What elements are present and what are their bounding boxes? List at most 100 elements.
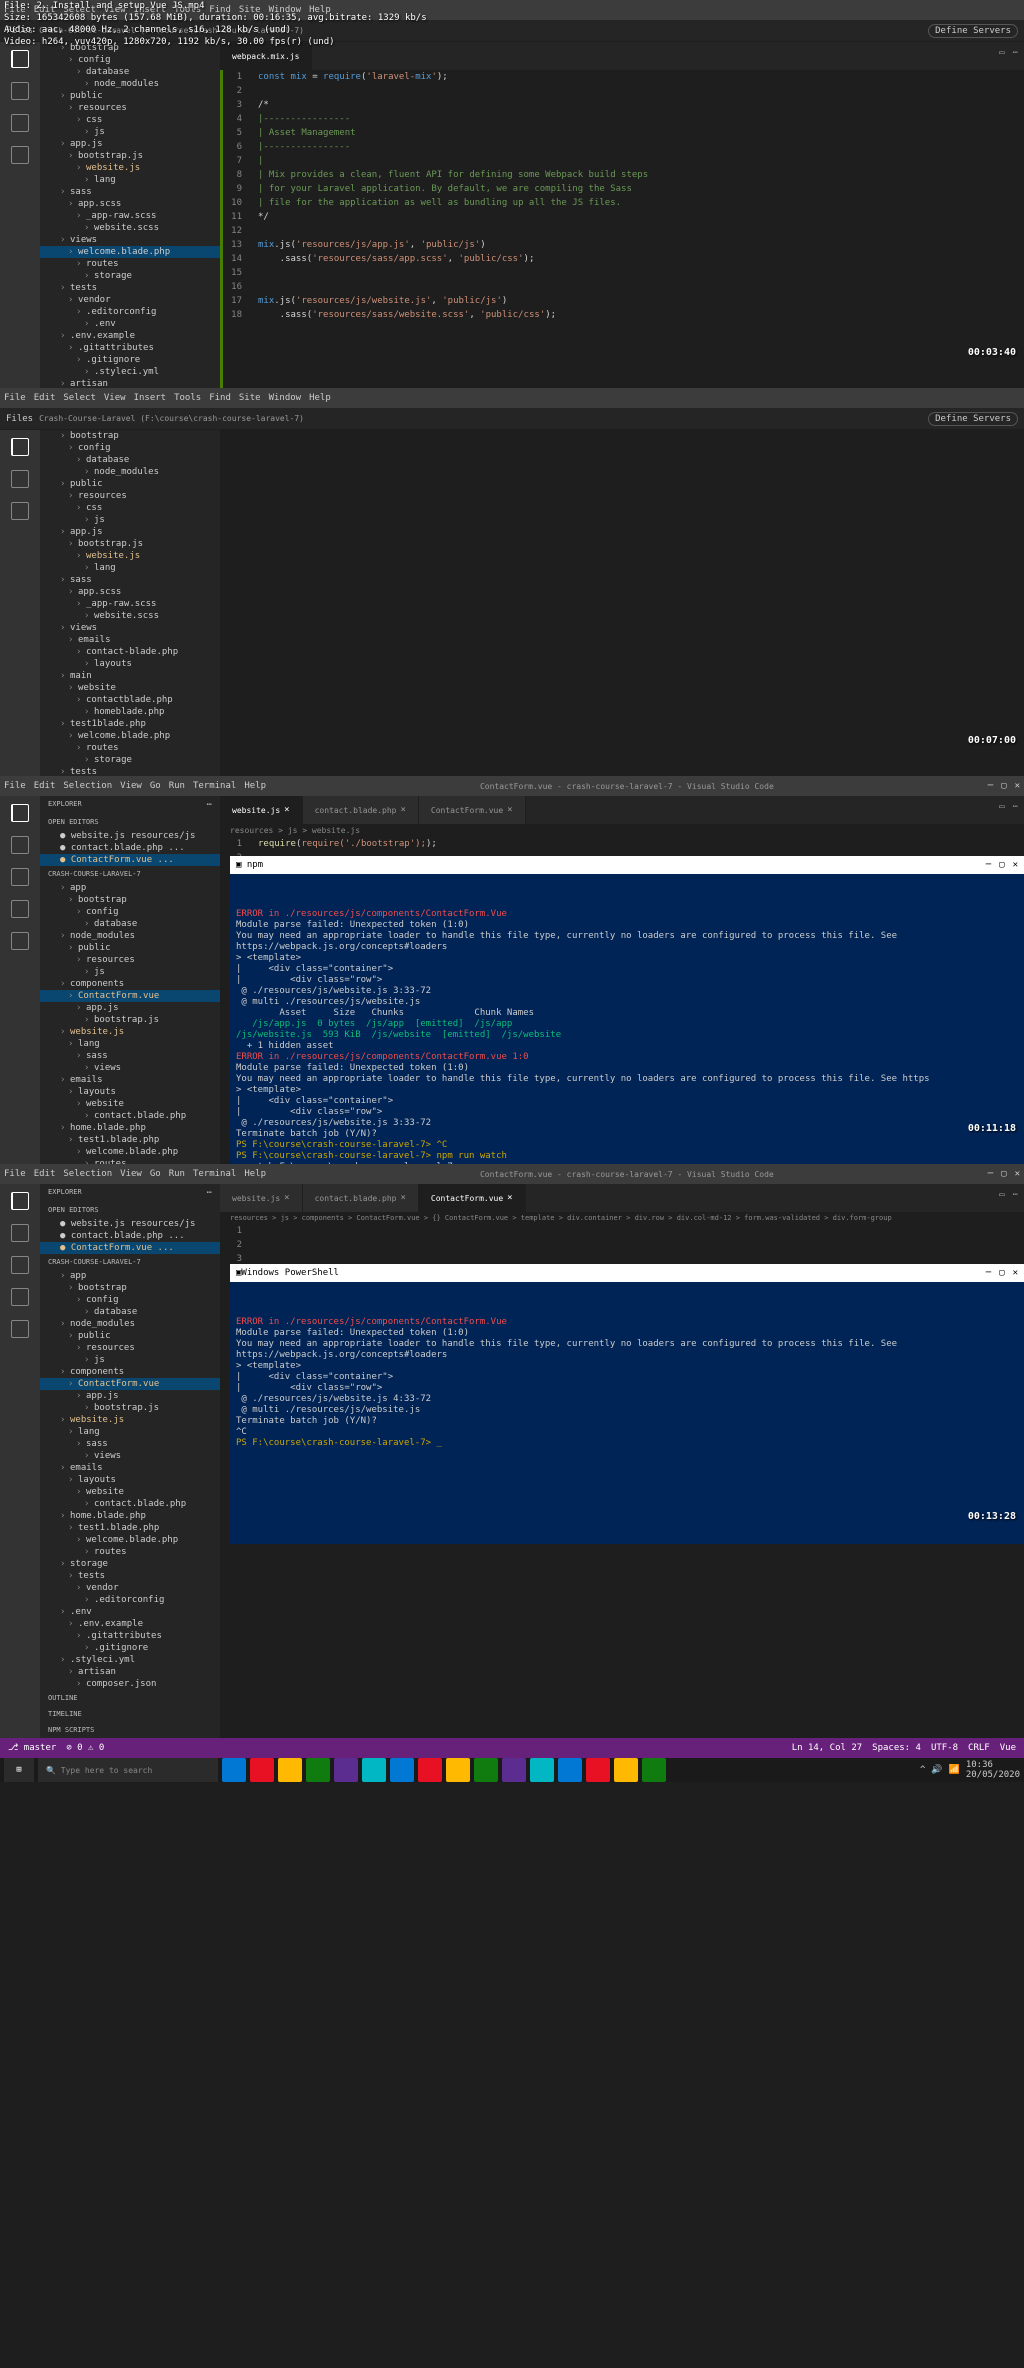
taskbar-app-icon[interactable] (418, 1758, 442, 1782)
file-website-js[interactable]: ›website.js (40, 550, 220, 562)
file--env[interactable]: ›.env (40, 318, 220, 330)
file-js[interactable]: ›js (40, 126, 220, 138)
file-config[interactable]: ›config (40, 54, 220, 66)
file--env-example[interactable]: ›.env.example (40, 330, 220, 342)
file-css[interactable]: ›css (40, 502, 220, 514)
file-vendor[interactable]: ›vendor (40, 1582, 220, 1594)
menu-bar[interactable]: FileEditSelectionViewGoRunTerminalHelpCo… (0, 1164, 1024, 1184)
explorer-icon[interactable] (11, 1192, 29, 1210)
more-icon[interactable]: ⋯ (1013, 1190, 1018, 1206)
close-tab-icon[interactable]: × (400, 1193, 405, 1203)
file-database[interactable]: ›database (40, 66, 220, 78)
file-contactblade-php[interactable]: ›contactblade.php (40, 694, 220, 706)
open-editor-item[interactable]: ● contact.blade.php ... (40, 1230, 220, 1242)
file-app[interactable]: ›app (40, 882, 220, 894)
file-layouts[interactable]: ›layouts (40, 658, 220, 670)
file-bootstrap-js[interactable]: ›bootstrap.js (40, 1014, 220, 1026)
system-tray[interactable]: ^🔊📶10:3620/05/2020 (920, 1760, 1020, 1780)
file-test1blade-php[interactable]: ›test1blade.php (40, 718, 220, 730)
file-app-js[interactable]: ›app.js (40, 1002, 220, 1014)
file-website[interactable]: ›website (40, 682, 220, 694)
status-item[interactable]: Spaces: 4 (872, 1743, 921, 1753)
file--app-raw-scss[interactable]: ›_app-raw.scss (40, 598, 220, 610)
file-bootstrap[interactable]: ›bootstrap (40, 1282, 220, 1294)
file-public[interactable]: ›public (40, 1330, 220, 1342)
start-button[interactable]: ⊞ (4, 1758, 34, 1782)
file-resources[interactable]: ›resources (40, 102, 220, 114)
file-emails[interactable]: ›emails (40, 1074, 220, 1086)
taskbar-search[interactable]: 🔍 Type here to search (38, 1758, 218, 1782)
menu-file[interactable]: File (4, 393, 26, 403)
tab-ContactForm-vue[interactable]: ContactForm.vue × (419, 796, 526, 824)
menu-edit[interactable]: Edit (34, 393, 56, 403)
breadcrumb[interactable]: resources > js > components > ContactFor… (220, 1212, 1024, 1224)
file-welcome-blade-php[interactable]: ›welcome.blade.php (40, 1146, 220, 1158)
file-public[interactable]: ›public (40, 478, 220, 490)
file-css[interactable]: ›css (40, 114, 220, 126)
file-storage[interactable]: ›storage (40, 270, 220, 282)
editor-tabs[interactable]: website.js ×contact.blade.php ×ContactFo… (220, 796, 1024, 824)
file-config[interactable]: ›config (40, 1294, 220, 1306)
git-icon[interactable] (11, 114, 29, 132)
file-sass[interactable]: ›sass (40, 1050, 220, 1062)
file-routes[interactable]: ›routes (40, 742, 220, 754)
define-servers-button[interactable]: Define Servers (928, 24, 1018, 38)
split-icon[interactable]: ▭ (999, 802, 1004, 818)
taskbar-app-icon[interactable] (446, 1758, 470, 1782)
debug-icon[interactable] (11, 1288, 29, 1306)
extensions-icon[interactable] (11, 146, 29, 164)
status-item[interactable]: UTF-8 (931, 1743, 958, 1753)
file-bootstrap-js[interactable]: ›bootstrap.js (40, 150, 220, 162)
menu-bar[interactable]: FileEditSelectionViewGoRunTerminalHelpCo… (0, 776, 1024, 796)
open-editor-item[interactable]: ● website.js resources/js (40, 830, 220, 842)
breadcrumb[interactable]: resources > js > website.js (220, 824, 1024, 837)
file-public[interactable]: ›public (40, 942, 220, 954)
file-layouts[interactable]: ›layouts (40, 1474, 220, 1486)
close-icon[interactable]: ✕ (1013, 860, 1018, 871)
menu-bar[interactable]: FileEditSelectViewInsertToolsFindSiteWin… (0, 388, 1024, 408)
file-views[interactable]: ›views (40, 1450, 220, 1462)
file--gitattributes[interactable]: ›.gitattributes (40, 342, 220, 354)
file-storage[interactable]: ›storage (40, 1558, 220, 1570)
menu-view[interactable]: View (120, 1169, 142, 1179)
branch-indicator[interactable]: ⎇ master (8, 1743, 56, 1753)
close-tab-icon[interactable]: × (507, 805, 512, 815)
file-welcome-blade-php[interactable]: ›welcome.blade.php (40, 730, 220, 742)
file-config[interactable]: ›config (40, 442, 220, 454)
menu-edit[interactable]: Edit (34, 1169, 56, 1179)
menu-run[interactable]: Run (169, 1169, 185, 1179)
menu-go[interactable]: Go (150, 781, 161, 791)
open-editor-item[interactable]: ● contact.blade.php ... (40, 842, 220, 854)
file-views[interactable]: ›views (40, 234, 220, 246)
tab-ContactForm-vue[interactable]: ContactForm.vue × (419, 1184, 526, 1212)
menu-help[interactable]: Help (309, 393, 331, 403)
files-icon[interactable] (11, 50, 29, 68)
menu-site[interactable]: Site (239, 393, 261, 403)
activity-bar[interactable] (0, 1184, 40, 1738)
file-website[interactable]: ›website (40, 1486, 220, 1498)
taskbar-app-icon[interactable] (474, 1758, 498, 1782)
file-routes[interactable]: ›routes (40, 1546, 220, 1558)
file-website[interactable]: ›website (40, 1098, 220, 1110)
files-icon[interactable] (11, 438, 29, 456)
menu-edit[interactable]: Edit (34, 781, 56, 791)
tab-contact-blade-php[interactable]: contact.blade.php × (303, 1184, 419, 1212)
file--styleci-yml[interactable]: ›.styleci.yml (40, 366, 220, 378)
search-icon[interactable] (11, 470, 29, 488)
menu-run[interactable]: Run (169, 781, 185, 791)
taskbar-app-icon[interactable] (530, 1758, 554, 1782)
file-node-modules[interactable]: ›node_modules (40, 930, 220, 942)
file-tests[interactable]: ›tests (40, 282, 220, 294)
explorer-icon[interactable] (11, 804, 29, 822)
file--styleci-yml[interactable]: ›.styleci.yml (40, 1654, 220, 1666)
file-emails[interactable]: ›emails (40, 1462, 220, 1474)
terminal-title-bar[interactable]: ▣ npm─▢✕ (230, 856, 1024, 874)
taskbar-app-icon[interactable] (362, 1758, 386, 1782)
menu-selection[interactable]: Selection (63, 1169, 112, 1179)
menu-tools[interactable]: Tools (174, 393, 201, 403)
menu-insert[interactable]: Insert (134, 393, 167, 403)
file-emails[interactable]: ›emails (40, 634, 220, 646)
menu-help[interactable]: Help (244, 1169, 266, 1179)
menu-window[interactable]: Window (269, 393, 302, 403)
file-node-modules[interactable]: ›node_modules (40, 78, 220, 90)
